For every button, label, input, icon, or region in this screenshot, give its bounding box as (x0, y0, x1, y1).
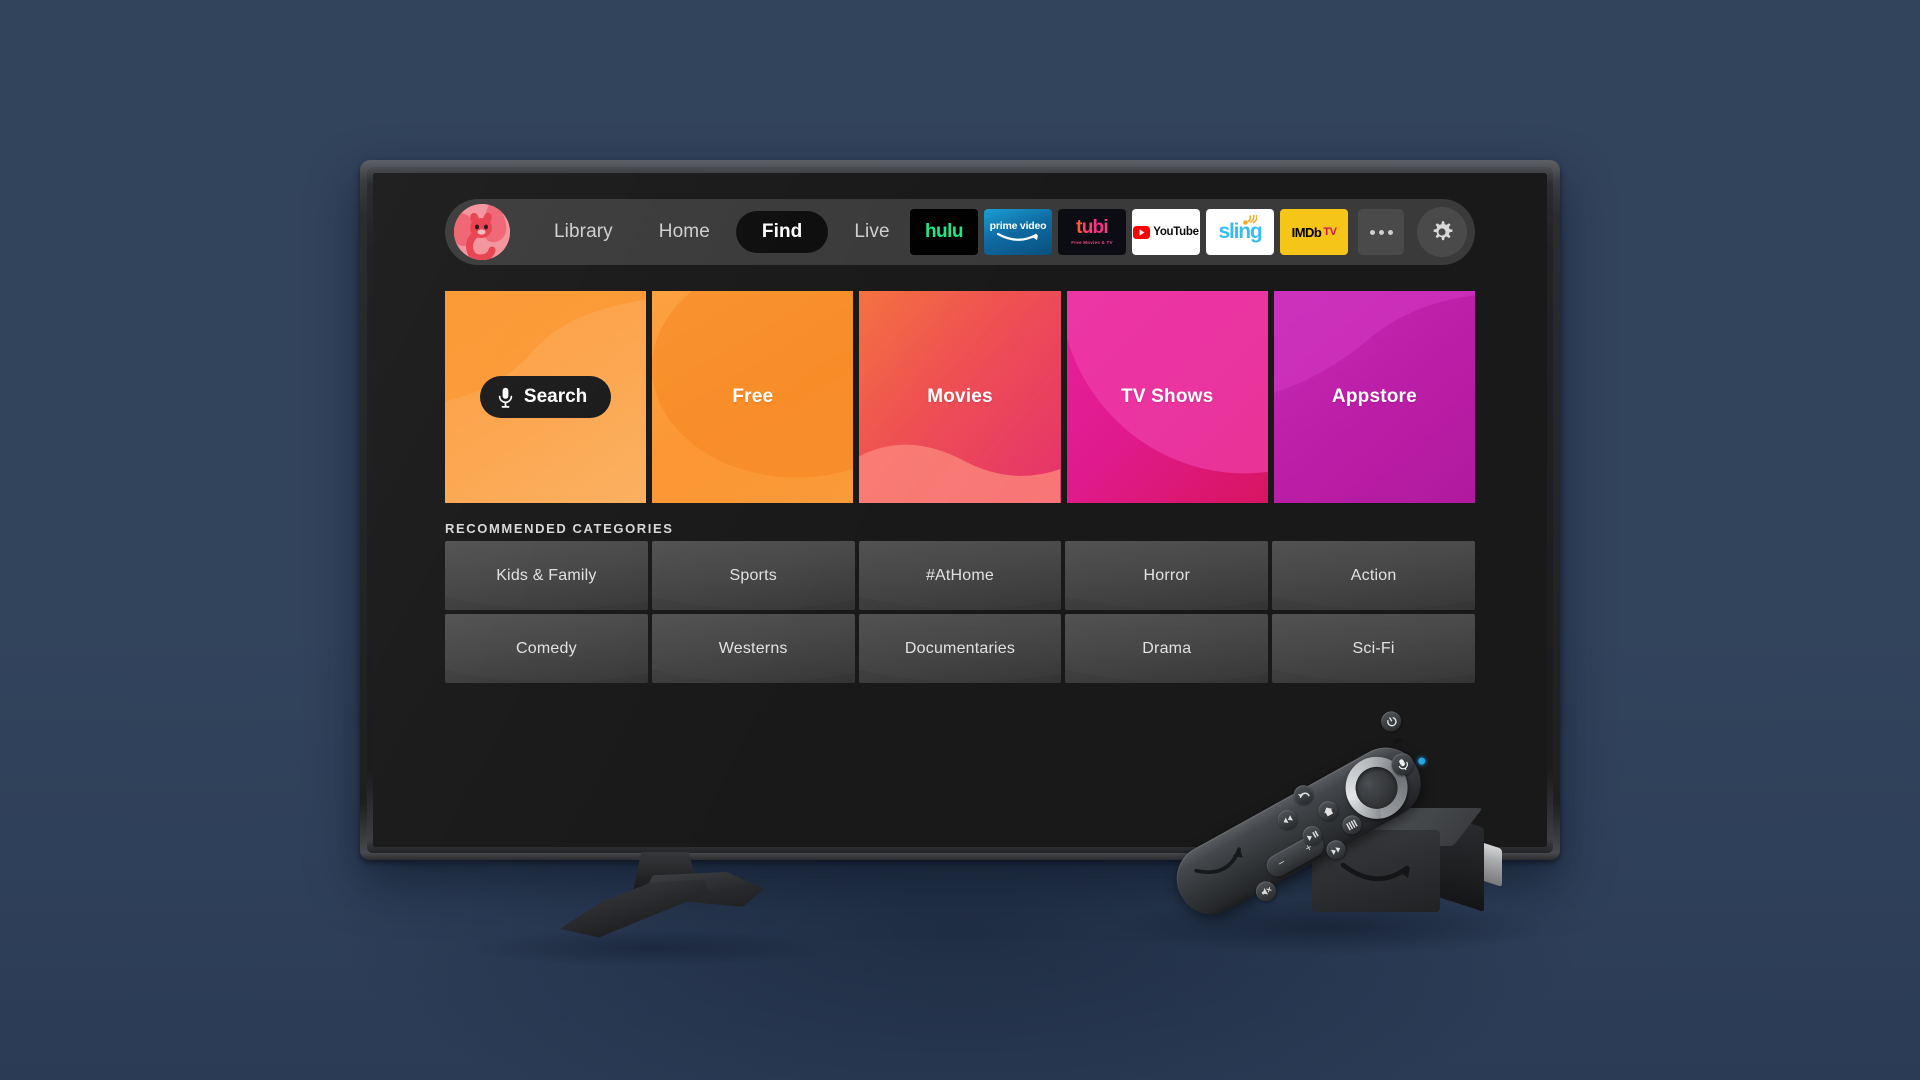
amazon-smile-icon (996, 233, 1038, 242)
imdb-logo-text: IMDb (1291, 224, 1322, 240)
search-label: Search (523, 386, 588, 407)
more-dot-icon (1378, 229, 1384, 235)
more-dot-icon (1387, 229, 1393, 235)
tile-free[interactable]: Free (652, 291, 854, 503)
tile-label-appstore: Appstore (1331, 386, 1417, 407)
tile-label-free: Free (732, 386, 774, 407)
tubi-logo-text: tubi (1076, 217, 1109, 239)
imdb-tv-suffix: TV (1323, 226, 1337, 238)
app-shortcut-imdb-tv[interactable]: IMDb TV (1280, 209, 1348, 255)
microphone-hole (1392, 737, 1402, 745)
app-shortcut-youtube[interactable]: YouTube (1132, 209, 1200, 255)
tile-label-tv-shows: TV Shows (1121, 386, 1214, 407)
category-comedy[interactable]: Comedy (445, 614, 648, 683)
nav-item-home[interactable]: Home (639, 212, 730, 252)
category-label: Drama (1142, 639, 1192, 657)
screenshot-canvas: Library Home Find Live hulu prime video … (0, 0, 1920, 1080)
category-kids-family[interactable]: Kids & Family (445, 541, 648, 610)
category-label: Kids & Family (496, 566, 597, 584)
home-icon (1323, 807, 1333, 816)
volume-down-icon: − (1276, 856, 1288, 871)
menu-lines-icon (1346, 819, 1358, 831)
search-button[interactable]: Search (479, 376, 612, 418)
avatar-character-icon (454, 204, 510, 260)
hulu-logo-text: hulu (924, 221, 964, 242)
play-pause-icon (1305, 830, 1319, 841)
app-shortcut-sling[interactable]: sling (1206, 209, 1274, 255)
category-label: Documentaries (904, 639, 1016, 657)
category-label: Action (1350, 566, 1397, 584)
more-dot-icon (1369, 229, 1375, 235)
category-athome[interactable]: #AtHome (858, 541, 1062, 610)
back-arrow-icon (1297, 792, 1310, 799)
more-apps-button[interactable] (1358, 209, 1404, 255)
category-label: Horror (1143, 566, 1191, 584)
recommended-categories-grid: Kids & Family Sports #AtHome Horror Acti… (445, 541, 1475, 683)
app-shortcut-tubi[interactable]: tubi Free Movies & TV (1058, 209, 1126, 255)
status-led (1417, 756, 1427, 766)
top-navigation-bar: Library Home Find Live hulu prime video … (445, 199, 1475, 265)
category-documentaries[interactable]: Documentaries (858, 614, 1062, 683)
fire-tv-hardware-group: − + (1140, 707, 1520, 970)
category-sports[interactable]: Sports (651, 541, 855, 610)
mute-icon (1261, 887, 1272, 895)
category-horror[interactable]: Horror (1065, 541, 1269, 610)
category-label: #AtHome (925, 566, 995, 584)
tv-stand (560, 852, 764, 950)
rewind-icon (1283, 814, 1293, 823)
category-row: Kids & Family Sports #AtHome Horror Acti… (445, 541, 1475, 610)
tile-label-movies: Movies (927, 386, 993, 407)
category-westerns[interactable]: Westerns (651, 614, 855, 683)
settings-button[interactable] (1417, 207, 1467, 257)
power-button[interactable] (1377, 707, 1405, 736)
category-drama[interactable]: Drama (1065, 614, 1269, 683)
category-label: Sports (729, 566, 777, 584)
fast-forward-icon (1330, 846, 1340, 855)
power-icon (1386, 716, 1396, 727)
sling-signal-icon (1243, 215, 1257, 225)
microphone-icon (1398, 759, 1408, 770)
avatar[interactable] (454, 204, 510, 260)
app-shortcut-prime-video[interactable]: prime video (984, 209, 1052, 255)
nav-item-live[interactable]: Live (834, 212, 909, 252)
app-shortcut-hulu[interactable]: hulu (910, 209, 978, 255)
recommended-categories-heading: RECOMMENDED CATEGORIES (445, 521, 674, 536)
category-label: Westerns (718, 639, 788, 657)
tile-tv-shows[interactable]: TV Shows (1066, 291, 1268, 503)
nav-item-find[interactable]: Find (735, 211, 829, 253)
gear-icon (1433, 221, 1453, 241)
nav-links: Library Home Find Live (534, 211, 910, 253)
youtube-play-icon (1133, 225, 1151, 239)
category-label: Comedy (516, 639, 577, 657)
youtube-logo-text: YouTube (1153, 226, 1199, 238)
tile-appstore[interactable]: Appstore (1273, 291, 1476, 503)
prime-video-logo-text: prime video (989, 219, 1047, 232)
tile-movies[interactable]: Movies (859, 291, 1061, 503)
tubi-tagline: Free Movies & TV (1071, 239, 1113, 245)
app-shortcut-row: hulu prime video tubi Free Movies & TV Y… (910, 207, 1470, 257)
category-row: Comedy Westerns Documentaries Drama Sci-… (445, 614, 1475, 683)
nav-item-library[interactable]: Library (534, 212, 633, 252)
tile-search[interactable]: Search (445, 291, 647, 503)
featured-tile-row: Search Free Movies TV Shows Appstore (445, 291, 1476, 503)
amazon-smile-icon (1340, 862, 1410, 882)
category-action[interactable]: Action (1272, 541, 1475, 610)
microphone-icon (498, 387, 513, 408)
